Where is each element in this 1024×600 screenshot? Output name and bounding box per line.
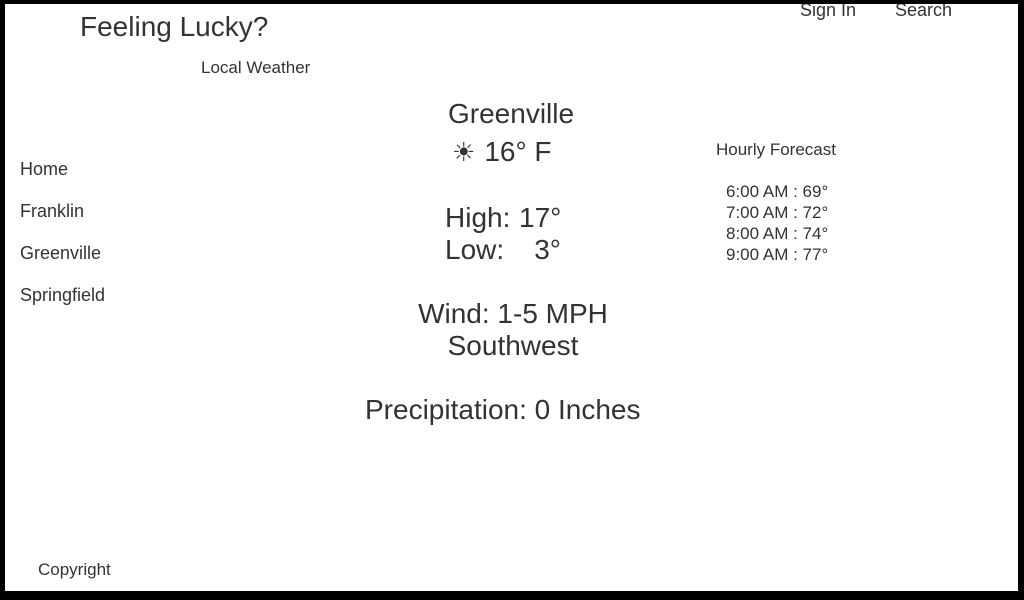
- search-link[interactable]: Search: [895, 4, 952, 21]
- precipitation: Precipitation: 0 Inches: [365, 394, 641, 425]
- high-low: High: 17° Low: 3°: [445, 202, 561, 266]
- site-title[interactable]: Feeling Lucky?: [80, 11, 268, 43]
- high-row: High: 17°: [445, 202, 561, 234]
- current-conditions: ☀ 16° F: [452, 136, 552, 168]
- hourly-forecast-list: 6:00 AM : 69° 7:00 AM : 72° 8:00 AM : 74…: [726, 181, 828, 265]
- low-row: Low: 3°: [445, 234, 561, 266]
- hourly-item: 6:00 AM : 69°: [726, 182, 829, 201]
- wind-direction: Southwest: [447, 330, 579, 361]
- copyright: Copyright: [38, 560, 111, 579]
- page-subtitle: Local Weather: [201, 58, 311, 77]
- low-value: 3°: [534, 234, 561, 265]
- page: Feeling Lucky? Local Weather Sign In Sea…: [5, 4, 1018, 591]
- high-label: High:: [445, 202, 511, 233]
- sun-icon: ☀: [452, 137, 476, 167]
- nav-item-springfield[interactable]: Springfield: [20, 285, 105, 306]
- hourly-item: 8:00 AM : 74°: [726, 224, 829, 243]
- sign-in-link[interactable]: Sign In: [800, 4, 856, 21]
- nav-item-greenville[interactable]: Greenville: [20, 243, 101, 264]
- hourly-item: 7:00 AM : 72°: [726, 203, 829, 222]
- hourly-item: 9:00 AM : 77°: [726, 245, 829, 264]
- high-value: 17°: [519, 202, 562, 233]
- nav-item-franklin[interactable]: Franklin: [20, 201, 84, 222]
- current-temp: 16° F: [484, 136, 552, 167]
- low-label: Low:: [445, 234, 505, 265]
- hourly-forecast-title: Hourly Forecast: [716, 140, 836, 159]
- nav-item-home[interactable]: Home: [20, 159, 68, 180]
- city-name: Greenville: [448, 98, 575, 129]
- wind-speed: Wind: 1-5 MPH: [418, 298, 608, 329]
- wind-info: Wind: 1-5 MPH Southwest: [385, 298, 641, 362]
